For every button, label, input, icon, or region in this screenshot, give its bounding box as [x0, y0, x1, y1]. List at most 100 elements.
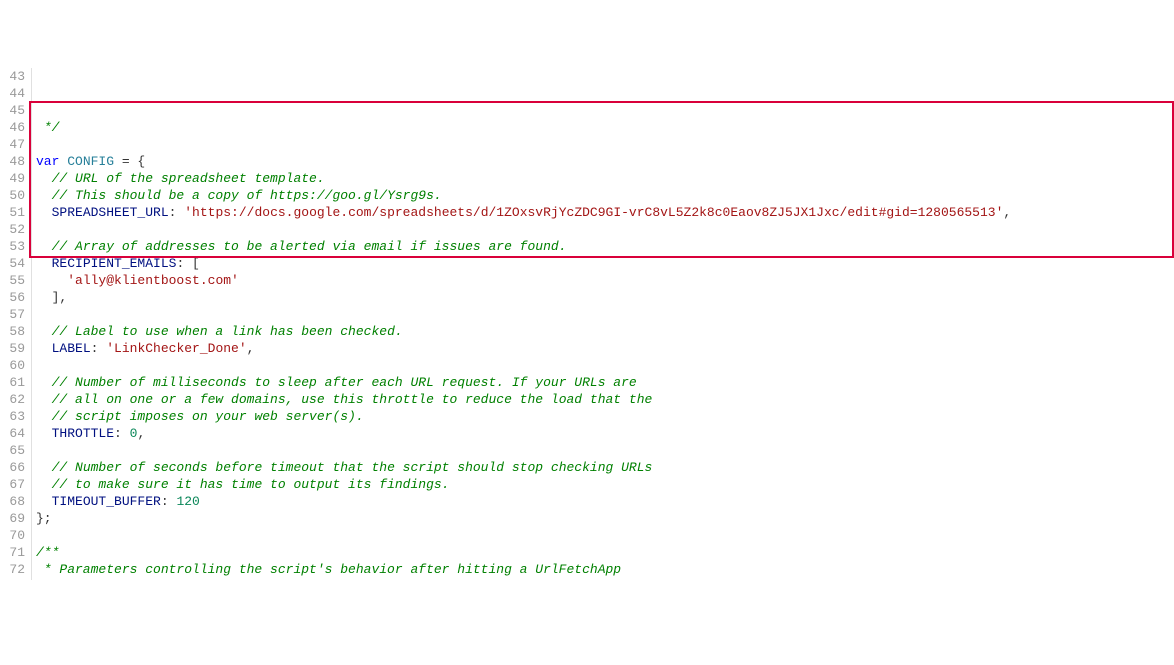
code-line[interactable]: * Parameters controlling the script's be… [36, 561, 1174, 578]
code-line[interactable]: var CONFIG = { [36, 153, 1174, 170]
line-number: 64 [0, 425, 25, 442]
line-number: 70 [0, 527, 25, 544]
code-line[interactable]: // URL of the spreadsheet template. [36, 170, 1174, 187]
code-line[interactable]: // script imposes on your web server(s). [36, 408, 1174, 425]
line-number: 59 [0, 340, 25, 357]
line-number: 68 [0, 493, 25, 510]
code-token: // script imposes on your web server(s). [52, 409, 364, 424]
code-token: , [137, 426, 145, 441]
code-token [36, 273, 67, 288]
code-token [36, 375, 52, 390]
code-token [36, 171, 52, 186]
code-line[interactable]: ], [36, 289, 1174, 306]
code-line[interactable] [36, 527, 1174, 544]
line-number: 44 [0, 85, 25, 102]
code-token: * Parameters controlling the script's be… [36, 562, 621, 577]
line-number: 47 [0, 136, 25, 153]
code-token [36, 188, 52, 203]
code-token: , [247, 341, 255, 356]
line-number: 48 [0, 153, 25, 170]
code-token: // Label to use when a link has been che… [52, 324, 403, 339]
line-number: 71 [0, 544, 25, 561]
code-token: // all on one or a few domains, use this… [52, 392, 653, 407]
code-token: var [36, 154, 59, 169]
code-line[interactable] [36, 221, 1174, 238]
code-token: : [91, 341, 107, 356]
line-number: 52 [0, 221, 25, 238]
code-token: */ [44, 120, 60, 135]
code-token: // Number of milliseconds to sleep after… [52, 375, 637, 390]
code-line[interactable]: // This should be a copy of https://goo.… [36, 187, 1174, 204]
line-number: 46 [0, 119, 25, 136]
code-token: THROTTLE [52, 426, 114, 441]
line-number: 54 [0, 255, 25, 272]
code-line[interactable]: * QPS quota limit. [36, 578, 1174, 580]
code-line[interactable]: // to make sure it has time to output it… [36, 476, 1174, 493]
code-line[interactable]: RECIPIENT_EMAILS: [ [36, 255, 1174, 272]
code-line[interactable]: */ [36, 119, 1174, 136]
code-token: /** [36, 545, 59, 560]
code-token: // URL of the spreadsheet template. [52, 171, 325, 186]
line-number: 72 [0, 561, 25, 578]
line-number: 58 [0, 323, 25, 340]
code-line[interactable]: 'ally@klientboost.com' [36, 272, 1174, 289]
code-token: // to make sure it has time to output it… [52, 477, 450, 492]
code-token [36, 409, 52, 424]
line-number: 69 [0, 510, 25, 527]
line-number: 67 [0, 476, 25, 493]
line-number: 51 [0, 204, 25, 221]
code-token: // Array of addresses to be alerted via … [52, 239, 567, 254]
code-line[interactable]: LABEL: 'LinkChecker_Done', [36, 340, 1174, 357]
code-token: ], [36, 290, 67, 305]
code-line[interactable] [36, 357, 1174, 374]
code-token [36, 205, 52, 220]
code-line[interactable]: // all on one or a few domains, use this… [36, 391, 1174, 408]
code-token [36, 426, 52, 441]
code-token: : [161, 494, 177, 509]
code-token: = { [114, 154, 145, 169]
code-line[interactable] [36, 306, 1174, 323]
line-number: 65 [0, 442, 25, 459]
code-token [36, 239, 52, 254]
code-token: : [ [176, 256, 199, 271]
code-token [36, 256, 52, 271]
code-line[interactable]: }; [36, 510, 1174, 527]
code-line[interactable]: /** [36, 544, 1174, 561]
line-number: 57 [0, 306, 25, 323]
code-token [36, 494, 52, 509]
code-token: 'https://docs.google.com/spreadsheets/d/… [184, 205, 1003, 220]
code-line[interactable]: // Number of milliseconds to sleep after… [36, 374, 1174, 391]
code-line[interactable] [36, 442, 1174, 459]
line-number: 49 [0, 170, 25, 187]
code-token [36, 392, 52, 407]
code-token [36, 324, 52, 339]
code-line[interactable]: // Label to use when a link has been che… [36, 323, 1174, 340]
code-token: : [114, 426, 130, 441]
code-line[interactable]: THROTTLE: 0, [36, 425, 1174, 442]
line-number: 45 [0, 102, 25, 119]
code-token: }; [36, 511, 52, 526]
code-token: LABEL [52, 341, 91, 356]
code-token: RECIPIENT_EMAILS [52, 256, 177, 271]
line-number: 43 [0, 68, 25, 85]
code-token [36, 341, 52, 356]
code-token: 'ally@klientboost.com' [67, 273, 239, 288]
code-line[interactable] [36, 136, 1174, 153]
code-editor[interactable]: 4344454647484950515253545556575859606162… [0, 68, 1174, 580]
code-line[interactable]: TIMEOUT_BUFFER: 120 [36, 493, 1174, 510]
code-token: CONFIG [67, 154, 114, 169]
code-line[interactable]: // Array of addresses to be alerted via … [36, 238, 1174, 255]
code-token: SPREADSHEET_URL [52, 205, 169, 220]
line-number: 56 [0, 289, 25, 306]
code-token [36, 477, 52, 492]
code-line[interactable]: // Number of seconds before timeout that… [36, 459, 1174, 476]
code-area[interactable]: */ var CONFIG = { // URL of the spreadshe… [32, 68, 1174, 580]
code-token: // This should be a copy of https://goo.… [52, 188, 442, 203]
line-number: 55 [0, 272, 25, 289]
code-line[interactable]: SPREADSHEET_URL: 'https://docs.google.co… [36, 204, 1174, 221]
line-number: 66 [0, 459, 25, 476]
code-token: TIMEOUT_BUFFER [52, 494, 161, 509]
code-token [36, 460, 52, 475]
line-number: 61 [0, 374, 25, 391]
code-token: 120 [176, 494, 199, 509]
